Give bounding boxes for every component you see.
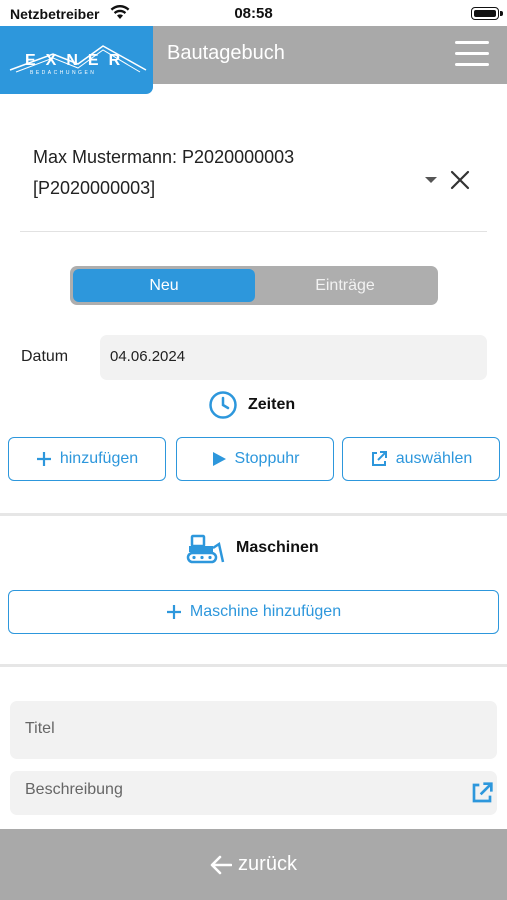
stopwatch-label: Stoppuhr [234,450,300,467]
add-machine-label: Maschine hinzufügen [189,603,342,620]
tab-neu[interactable]: Neu [73,269,255,302]
section-divider [0,513,507,516]
bulldozer-icon [186,534,225,564]
project-name: Max Mustermann: P2020000003 [33,147,295,167]
tab-eintraege[interactable]: Einträge [255,269,435,302]
select-time-button[interactable]: auswählen [342,437,500,481]
play-icon [212,452,226,466]
title-input[interactable]: Titel [10,701,497,759]
arrow-left-icon [210,855,233,874]
hamburger-menu-icon[interactable] [455,41,489,67]
external-link-icon [371,451,387,466]
description-placeholder: Beschreibung [25,781,123,798]
battery-icon [471,7,499,20]
select-time-label: auswählen [395,450,473,467]
external-link-icon[interactable] [470,781,494,805]
section-title-maschinen: Maschinen [236,539,319,556]
dropdown-arrow-icon[interactable] [425,177,437,183]
company-logo[interactable]: EXNER BEDACHUNGEN [0,26,153,94]
date-label: Datum [21,348,69,365]
close-icon[interactable] [448,168,472,192]
back-label: zurück [238,853,297,875]
add-time-button[interactable]: hinzufügen [8,437,166,481]
stopwatch-button[interactable]: Stoppuhr [176,437,334,481]
plus-icon [166,605,181,619]
battery-cap [500,11,503,16]
section-title-zeiten: Zeiten [248,396,296,413]
clock-time: 08:58 [234,5,273,22]
project-number: [P2020000003] [33,178,156,198]
back-button[interactable]: zurück [0,829,507,900]
date-field[interactable]: 04.06.2024 [100,335,487,380]
clock-icon [209,391,237,419]
page-title: Bautagebuch [167,42,285,64]
segmented-control: Neu Einträge [70,266,438,305]
plus-icon [36,452,51,466]
logo-text: EXNER [25,52,131,69]
status-bar: Netzbetreiber 08:58 [0,0,507,26]
description-input[interactable]: Beschreibung [10,771,497,815]
section-divider [0,664,507,667]
add-time-label: hinzufügen [59,450,139,467]
logo-subtext: BEDACHUNGEN [30,70,97,76]
divider [20,231,487,232]
add-machine-button[interactable]: Maschine hinzufügen [8,590,499,634]
title-placeholder: Titel [25,720,55,737]
project-selector[interactable]: Max Mustermann: P2020000003 [P2020000003… [33,142,294,204]
